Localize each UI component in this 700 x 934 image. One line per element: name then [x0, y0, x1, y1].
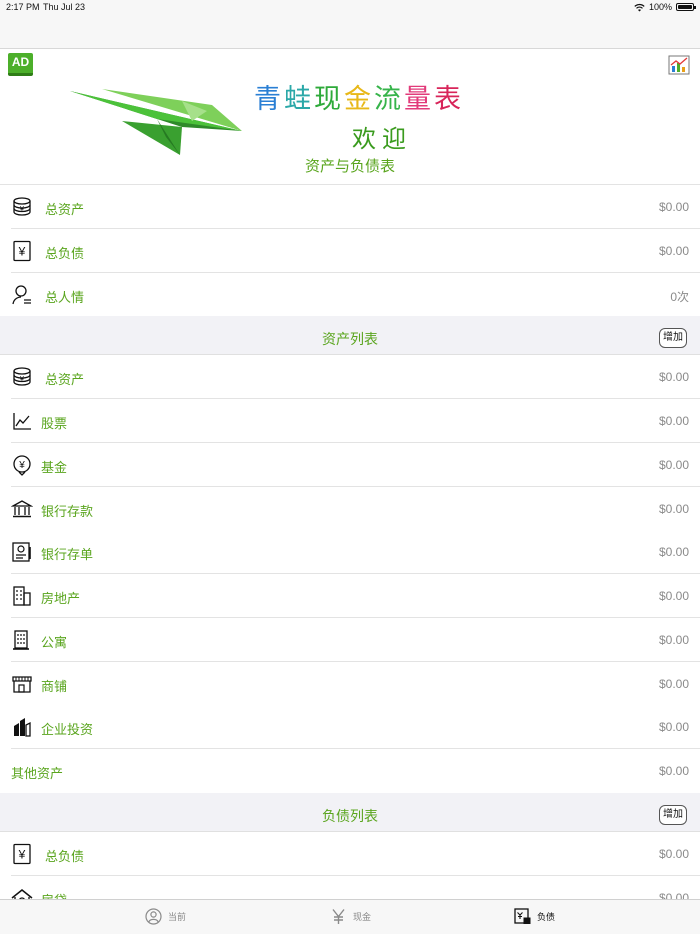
liabilities-section-title: 负债列表 [322, 808, 378, 824]
assets-section-title: 资产列表 [322, 331, 378, 347]
building-icon [13, 586, 31, 606]
asset-label: 商铺 [41, 679, 68, 694]
asset-value: $0.00 [658, 370, 689, 384]
asset-value: $0.00 [658, 677, 689, 691]
asset-label: 银行存单 [41, 547, 94, 562]
asset-value: $0.00 [658, 502, 689, 516]
asset-row-other[interactable]: 其他资产 $0.00 [0, 749, 700, 793]
add-asset-button[interactable]: 增加 [659, 328, 687, 348]
asset-row-stock[interactable]: 股票 $0.00 [0, 399, 700, 443]
fund-icon: ¥ [13, 455, 31, 476]
summary-label: 总资产 [45, 202, 85, 217]
asset-value: $0.00 [658, 633, 689, 647]
asset-row-real-estate[interactable]: 房地产 $0.00 [0, 574, 700, 618]
liability-value: $0.00 [658, 847, 689, 861]
balance-sheet-title: 资产与负债表 [304, 158, 395, 175]
add-liability-button[interactable]: 增加 [659, 805, 687, 825]
coins-icon: ¥ [13, 367, 31, 386]
asset-label: 总资产 [45, 372, 85, 387]
summary-row-total-favors[interactable]: 总人情 0次 [0, 273, 700, 317]
tab-cash[interactable]: 现金 [330, 908, 371, 925]
asset-value: $0.00 [658, 458, 689, 472]
asset-label: 基金 [41, 460, 68, 475]
asset-row-enterprise[interactable]: 企业投资 $0.00 [0, 705, 700, 749]
asset-value: $0.00 [658, 545, 689, 559]
summary-value: 0次 [670, 290, 689, 304]
asset-label: 房地产 [41, 591, 81, 606]
battery-icon [676, 3, 696, 11]
summary-label: 总人情 [45, 290, 85, 305]
wifi-icon [634, 3, 645, 11]
person-circle-icon [145, 908, 162, 925]
asset-row-total[interactable]: ¥ 总资产 $0.00 [0, 355, 700, 399]
asset-value: $0.00 [658, 720, 689, 734]
ad-button[interactable]: AD [8, 53, 33, 76]
navigation-bar [0, 14, 700, 49]
svg-text:¥: ¥ [20, 206, 24, 213]
tab-label: 负债 [537, 912, 556, 922]
header-area: AD 青蛙现金流量表 欢迎 资产与负债表 [0, 49, 700, 185]
asset-label: 公寓 [41, 635, 68, 650]
asset-label: 企业投资 [41, 722, 94, 737]
summary-value: $0.00 [658, 200, 689, 214]
status-time: 2:17 PM [6, 2, 40, 12]
status-bar: 2:17 PM Thu Jul 23 100% [0, 0, 700, 14]
svg-text:¥: ¥ [18, 460, 25, 471]
tab-liabilities[interactable]: 负债 [514, 908, 555, 925]
summary-value: $0.00 [658, 244, 689, 258]
asset-value: $0.00 [658, 764, 689, 778]
svg-text:¥: ¥ [18, 245, 26, 259]
liability-icon: ¥ [13, 843, 31, 865]
asset-row-bank-certificate[interactable]: 银行存单 $0.00 [0, 530, 700, 574]
yen-icon [332, 909, 345, 924]
summary-label: 总负债 [45, 246, 85, 261]
battery-percent: 100% [648, 2, 672, 12]
banner-title: 青蛙现金流量表 [254, 84, 464, 115]
banner-welcome: 欢迎 [352, 125, 412, 153]
apartment-icon [13, 630, 29, 650]
chart-icon[interactable] [668, 55, 690, 75]
bank-icon [11, 500, 33, 518]
coins-icon: ¥ [13, 197, 31, 216]
asset-row-fund[interactable]: ¥ 基金 $0.00 [0, 443, 700, 487]
assets-section-header: 资产列表 增加 [0, 316, 700, 355]
liability-label: 总负债 [45, 849, 85, 864]
status-right: 100% [634, 2, 696, 12]
asset-label: 其他资产 [11, 766, 64, 781]
svg-text:¥: ¥ [18, 848, 26, 862]
summary-row-total-liabilities[interactable]: ¥ 总负债 $0.00 [0, 229, 700, 273]
certificate-icon [12, 542, 31, 562]
tab-label: 当前 [168, 912, 187, 922]
status-date: Thu Jul 23 [43, 2, 86, 12]
asset-row-apartment[interactable]: 公寓 $0.00 [0, 618, 700, 662]
svg-text:¥: ¥ [20, 376, 24, 383]
tab-current[interactable]: 当前 [145, 908, 186, 925]
person-icon [12, 285, 31, 305]
paper-plane-logo [70, 89, 242, 155]
liabilities-section-header: 负债列表 增加 [0, 793, 700, 832]
stock-chart-icon [13, 413, 31, 430]
summary-row-total-assets[interactable]: ¥ 总资产 $0.00 [0, 185, 700, 229]
asset-label: 股票 [41, 416, 68, 431]
enterprise-icon [14, 718, 31, 737]
shop-icon [12, 676, 32, 693]
asset-value: $0.00 [658, 414, 689, 428]
tab-label: 现金 [353, 912, 372, 922]
asset-row-shop[interactable]: 商铺 $0.00 [0, 662, 700, 706]
tab-bar: 当前 现金 负债 [0, 899, 700, 934]
liability-icon: ¥ [13, 240, 31, 262]
liability-row-total[interactable]: ¥ 总负债 $0.00 [0, 832, 700, 876]
asset-value: $0.00 [658, 589, 689, 603]
asset-label: 银行存款 [41, 504, 94, 519]
asset-row-bank-deposit[interactable]: 银行存款 $0.00 [0, 487, 700, 531]
balance-sheet-icon [514, 908, 531, 924]
